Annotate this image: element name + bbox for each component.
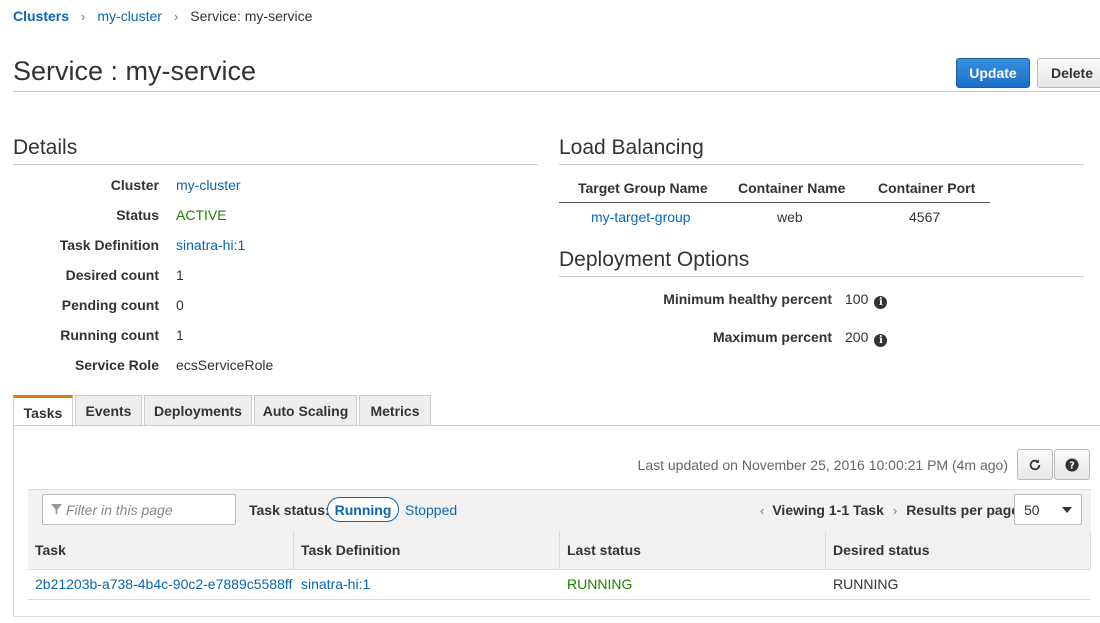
column-header-desired-status[interactable]: Desired status: [826, 531, 1091, 570]
deployment-options-divider: [559, 276, 1084, 277]
task-last-status: RUNNING: [567, 576, 633, 592]
details-label-status: Status: [116, 207, 159, 223]
filter-field[interactable]: [42, 494, 236, 525]
details-label-cluster: Cluster: [110, 177, 159, 193]
results-per-page-select[interactable]: 50: [1014, 494, 1082, 525]
svg-text:?: ?: [1069, 460, 1075, 471]
details-value-service-role: ecsServiceRole: [176, 357, 274, 373]
deploy-value-max-percent: 200 i: [845, 329, 888, 347]
details-value-running-count: 1: [176, 327, 184, 343]
chevron-left-icon[interactable]: ‹: [760, 503, 764, 518]
lb-container-name: web: [777, 209, 803, 225]
help-button[interactable]: ?: [1054, 449, 1090, 480]
tab-tasks[interactable]: Tasks: [13, 395, 73, 427]
deploy-value-max-percent-text: 200: [845, 329, 869, 345]
breadcrumb-cluster-link[interactable]: my-cluster: [97, 8, 162, 24]
results-per-page-value: 50: [1024, 501, 1040, 518]
details-value-task-definition-link[interactable]: sinatra-hi:1: [176, 237, 245, 253]
table-row-divider: [28, 599, 1091, 600]
details-divider: [13, 164, 538, 165]
details-value-cluster-link[interactable]: my-cluster: [176, 177, 241, 193]
deploy-value-min-healthy: 100 i: [845, 291, 888, 309]
column-header-task[interactable]: Task: [28, 531, 294, 570]
breadcrumb-current: Service: my-service: [190, 8, 313, 24]
details-label-pending-count: Pending count: [61, 297, 159, 313]
details-label-task-definition: Task Definition: [59, 237, 159, 253]
caret-down-icon: [1062, 506, 1072, 513]
column-header-last-status[interactable]: Last status: [560, 531, 826, 570]
details-value-pending-count: 0: [176, 297, 184, 313]
filter-input[interactable]: [66, 501, 226, 518]
page-title: Service : my-service: [13, 56, 257, 86]
deployment-options-title: Deployment Options: [559, 248, 750, 271]
lb-target-group-link[interactable]: my-target-group: [591, 209, 691, 225]
lb-header-target-group: Target Group Name: [578, 180, 708, 196]
refresh-icon: [1029, 458, 1041, 470]
load-balancing-divider: [559, 164, 1084, 165]
breadcrumb: Clusters › my-cluster › Service: my-serv…: [13, 8, 312, 24]
task-status-stopped-toggle[interactable]: Stopped: [405, 502, 457, 518]
details-title: Details: [13, 136, 78, 159]
lb-container-port: 4567: [909, 209, 941, 225]
title-divider: [13, 91, 1100, 92]
delete-button[interactable]: Delete: [1037, 58, 1100, 88]
task-status-label: Task status:: [249, 502, 330, 518]
filter-icon: [51, 504, 62, 515]
panel-border-bottom: [13, 616, 1100, 617]
last-updated-text: Last updated on November 25, 2016 10:00:…: [637, 457, 1008, 473]
load-balancing-title: Load Balancing: [559, 136, 704, 159]
details-label-service-role: Service Role: [74, 357, 159, 373]
tab-bar-divider: [13, 425, 1100, 426]
details-value-desired-count: 1: [176, 267, 184, 283]
task-id-link[interactable]: 2b21203b-a738-4b4c-90c2-e7889c5588ff: [35, 576, 292, 592]
info-icon[interactable]: i: [874, 334, 888, 347]
breadcrumb-clusters-link[interactable]: Clusters: [13, 8, 69, 24]
tab-deployments[interactable]: Deployments: [144, 395, 252, 426]
tab-metrics[interactable]: Metrics: [359, 395, 431, 426]
chevron-right-icon: ›: [173, 8, 179, 24]
deploy-label-min-healthy: Minimum healthy percent: [663, 291, 832, 307]
column-header-task-definition[interactable]: Task Definition: [294, 531, 560, 570]
help-icon: ?: [1065, 457, 1079, 472]
details-label-running-count: Running count: [60, 327, 159, 343]
update-button[interactable]: Update: [956, 58, 1030, 88]
task-desired-status: RUNNING: [833, 576, 899, 592]
details-value-status: ACTIVE: [176, 207, 227, 223]
tab-events[interactable]: Events: [75, 395, 142, 426]
lb-header-container-port: Container Port: [878, 180, 976, 196]
refresh-button[interactable]: [1017, 449, 1053, 480]
deploy-value-min-healthy-text: 100: [845, 291, 869, 307]
deploy-label-max-percent: Maximum percent: [712, 329, 832, 345]
results-per-page-label: Results per page: [906, 502, 1020, 518]
viewing-count: Viewing 1-1 Task: [772, 502, 884, 518]
panel-border: [13, 425, 14, 617]
task-definition-link[interactable]: sinatra-hi:1: [301, 576, 370, 592]
info-icon[interactable]: i: [874, 296, 888, 309]
details-label-desired-count: Desired count: [65, 267, 159, 283]
chevron-right-icon[interactable]: ›: [893, 503, 897, 518]
pager: ‹ Viewing 1-1 Task › Results per page: [760, 502, 1019, 518]
chevron-right-icon: ›: [81, 8, 86, 24]
task-status-running-toggle[interactable]: Running: [327, 497, 399, 522]
lb-header-divider: [559, 202, 990, 203]
lb-header-container-name: Container Name: [738, 180, 846, 196]
tab-auto-scaling[interactable]: Auto Scaling: [254, 395, 357, 426]
